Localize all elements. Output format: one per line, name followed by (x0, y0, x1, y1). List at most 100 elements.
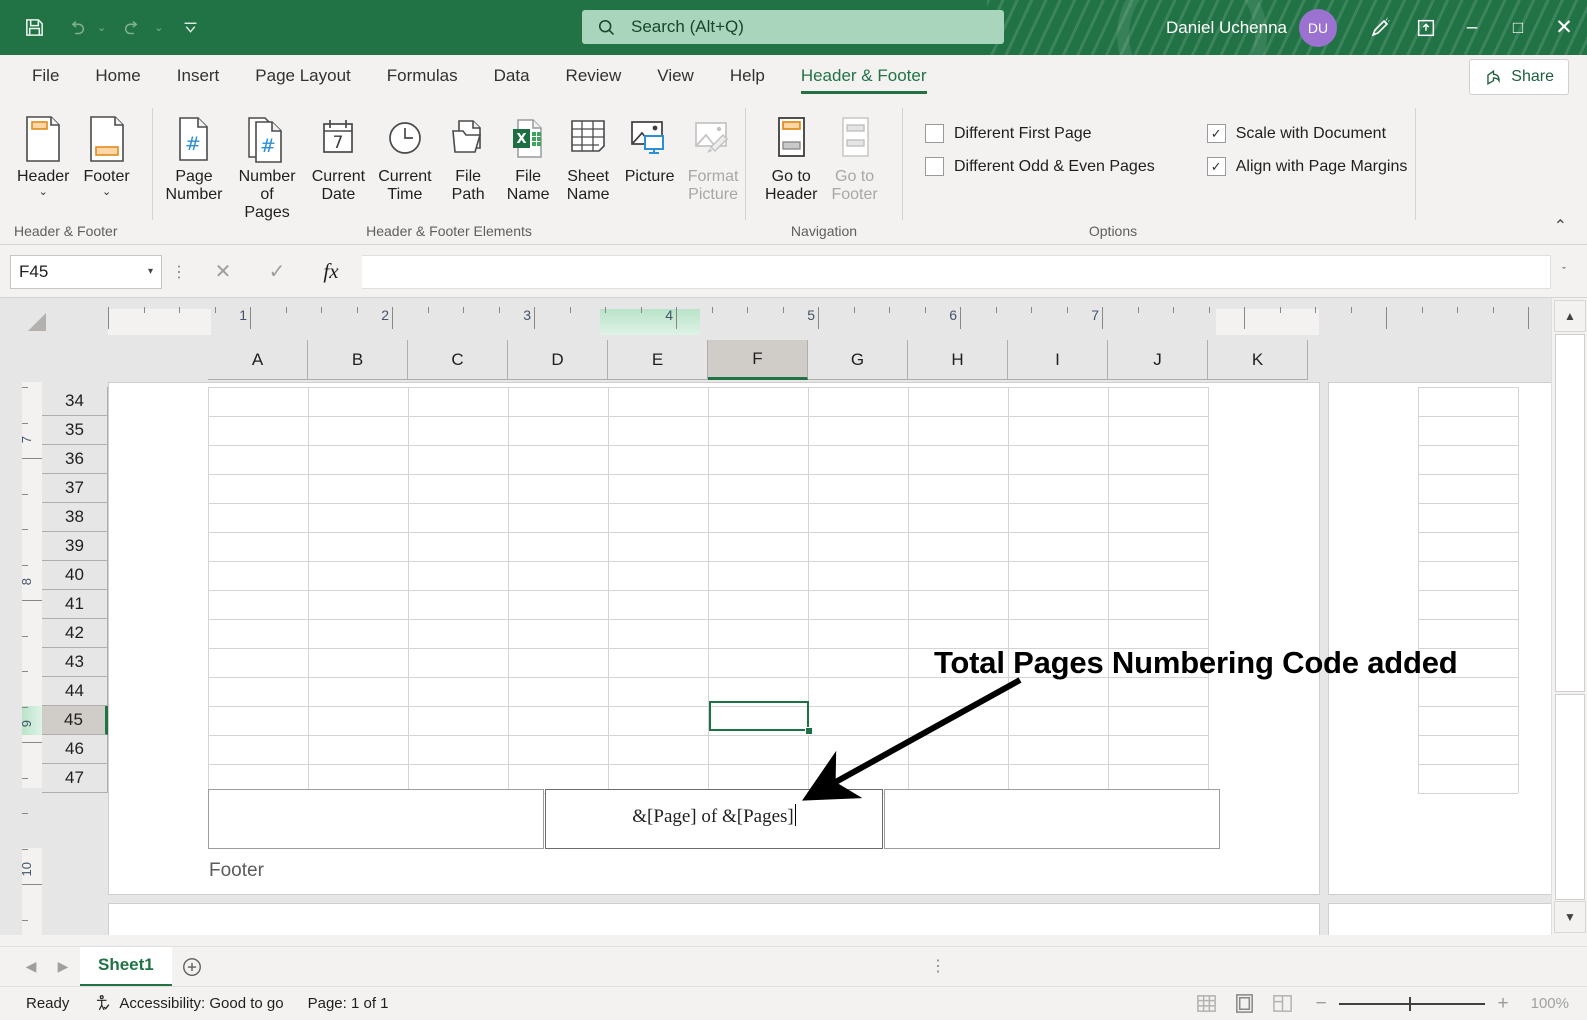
ribbon-display-options-icon[interactable] (1403, 0, 1449, 55)
row-header-46[interactable]: 46 (42, 735, 108, 764)
row-header-45[interactable]: 45 (42, 706, 108, 735)
expand-formula-bar-icon[interactable]: ˇ (1551, 266, 1577, 278)
page-layout-view-icon[interactable] (1225, 989, 1263, 1019)
row-header-39[interactable]: 39 (42, 532, 108, 561)
vertical-scrollbar[interactable]: ▲ ▼ (1551, 298, 1587, 935)
column-header-j[interactable]: J (1108, 340, 1208, 380)
minimize-button[interactable]: – (1449, 0, 1495, 55)
horizontal-ruler-track[interactable]: 1 2 3 4 5 6 7 (108, 307, 1539, 335)
tab-data[interactable]: Data (476, 61, 548, 94)
column-header-i[interactable]: I (1008, 340, 1108, 380)
share-button[interactable]: Share (1469, 59, 1569, 95)
row-header-42[interactable]: 42 (42, 619, 108, 648)
column-header-d[interactable]: D (508, 340, 608, 380)
go-to-header-button[interactable]: Go to Header (758, 106, 824, 208)
vertical-scroll-thumb[interactable] (1555, 694, 1585, 900)
footer-left-section[interactable] (208, 789, 544, 849)
number-of-pages-button[interactable]: # Number of Pages (229, 106, 305, 226)
pen-ink-icon[interactable] (1357, 0, 1403, 55)
collapse-ribbon-chevron-icon[interactable]: ⌃ (1548, 214, 1573, 238)
tab-insert[interactable]: Insert (159, 61, 238, 94)
scroll-up-button[interactable]: ▲ (1554, 300, 1586, 332)
page-break-preview-icon[interactable] (1263, 989, 1301, 1019)
footer-dropdown-chevron-icon[interactable]: ⌄ (102, 186, 111, 198)
tab-file[interactable]: File (14, 61, 77, 94)
tab-home[interactable]: Home (77, 61, 158, 94)
save-icon[interactable] (14, 8, 54, 48)
accessibility-status[interactable]: Accessibility: Good to go (81, 994, 295, 1013)
tab-view[interactable]: View (639, 61, 712, 94)
row-header-35[interactable]: 35 (42, 416, 108, 445)
row-header-47[interactable]: 47 (42, 764, 108, 793)
file-path-button[interactable]: File Path (438, 106, 498, 208)
header-button[interactable]: Header ⌄ (10, 106, 76, 202)
close-button[interactable]: ✕ (1541, 0, 1587, 55)
name-box[interactable]: F45 ▾ (10, 254, 162, 289)
row-header-41[interactable]: 41 (42, 590, 108, 619)
row-header-34[interactable]: 34 (42, 387, 108, 416)
header-dropdown-chevron-icon[interactable]: ⌄ (39, 186, 48, 198)
vertical-scroll-thumb-upper[interactable] (1555, 334, 1585, 692)
column-header-f[interactable]: F (708, 340, 808, 380)
maximize-button[interactable]: □ (1495, 0, 1541, 55)
checkbox-different-odd-even-pages[interactable]: Different Odd & Even Pages (925, 157, 1155, 176)
vertical-ruler[interactable]: 7 8 9 10 (0, 382, 42, 935)
next-sheet-icon[interactable]: ▶ (48, 952, 78, 982)
column-header-a[interactable]: A (208, 340, 308, 380)
column-header-e[interactable]: E (608, 340, 708, 380)
redo-icon[interactable] (113, 8, 153, 48)
scroll-down-button[interactable]: ▼ (1554, 901, 1586, 933)
row-header-44[interactable]: 44 (42, 677, 108, 706)
name-box-dropdown-icon[interactable]: ▾ (148, 266, 153, 277)
column-header-h[interactable]: H (908, 340, 1008, 380)
worksheet-page-layout-view[interactable]: &[Page] of &[Pages] Footer Total Pages N… (108, 382, 1551, 935)
current-date-button[interactable]: 7 Current Date (305, 106, 372, 208)
tab-splitter[interactable]: ⋮ (930, 956, 946, 976)
footer-button[interactable]: Footer ⌄ (76, 106, 136, 202)
cancel-entry-icon[interactable]: ✕ (196, 255, 250, 289)
file-name-button[interactable]: X File Name (498, 106, 558, 208)
column-header-k[interactable]: K (1208, 340, 1308, 380)
current-time-button[interactable]: Current Time (372, 106, 439, 208)
checkbox-different-first-page[interactable]: Different First Page (925, 124, 1155, 143)
avatar[interactable]: DU (1299, 8, 1337, 47)
row-header-36[interactable]: 36 (42, 445, 108, 474)
zoom-out-button[interactable]: − (1313, 993, 1329, 1015)
checkbox-align-with-page-margins[interactable]: ✓ Align with Page Margins (1206, 157, 1407, 176)
row-header-38[interactable]: 38 (42, 503, 108, 532)
normal-view-icon[interactable] (1187, 989, 1225, 1019)
tab-formulas[interactable]: Formulas (369, 61, 476, 94)
previous-sheet-icon[interactable]: ◀ (16, 952, 46, 982)
picture-button[interactable]: Picture (618, 106, 681, 190)
select-all-triangle-icon[interactable] (28, 313, 46, 331)
tab-review[interactable]: Review (548, 61, 640, 94)
sheet-tab-sheet1[interactable]: Sheet1 (80, 946, 172, 987)
undo-icon[interactable] (56, 8, 96, 48)
zoom-level[interactable]: 100% (1521, 995, 1577, 1012)
undo-dropdown-icon[interactable]: ⌄ (92, 21, 111, 34)
tab-page-layout[interactable]: Page Layout (237, 61, 368, 94)
column-header-b[interactable]: B (308, 340, 408, 380)
search-box[interactable]: Search (Alt+Q) (582, 10, 1004, 44)
column-header-c[interactable]: C (408, 340, 508, 380)
row-header-37[interactable]: 37 (42, 474, 108, 503)
zoom-in-button[interactable]: + (1495, 993, 1511, 1015)
tab-help[interactable]: Help (712, 61, 783, 94)
formula-input[interactable] (362, 254, 1551, 289)
redo-dropdown-icon[interactable]: ⌄ (149, 21, 168, 34)
checkbox-scale-with-document[interactable]: ✓ Scale with Document (1206, 124, 1408, 143)
row-header-40[interactable]: 40 (42, 561, 108, 590)
column-header-g[interactable]: G (808, 340, 908, 380)
add-sheet-button[interactable] (174, 947, 210, 987)
page-number-button[interactable]: # Page Number (159, 106, 229, 208)
account-name[interactable]: Daniel Uchenna (1166, 18, 1287, 38)
formula-bar-splitter[interactable]: ⋮ (162, 262, 196, 282)
customize-quick-access-icon[interactable] (170, 8, 210, 48)
sheet-name-button[interactable]: Sheet Name (558, 106, 618, 208)
insert-function-icon[interactable]: fx (304, 255, 358, 289)
confirm-entry-icon[interactable]: ✓ (250, 255, 304, 289)
zoom-slider[interactable] (1339, 996, 1485, 1011)
tab-header-and-footer[interactable]: Header & Footer (783, 61, 945, 94)
row-header-43[interactable]: 43 (42, 648, 108, 677)
zoom-slider-knob[interactable] (1409, 996, 1411, 1011)
